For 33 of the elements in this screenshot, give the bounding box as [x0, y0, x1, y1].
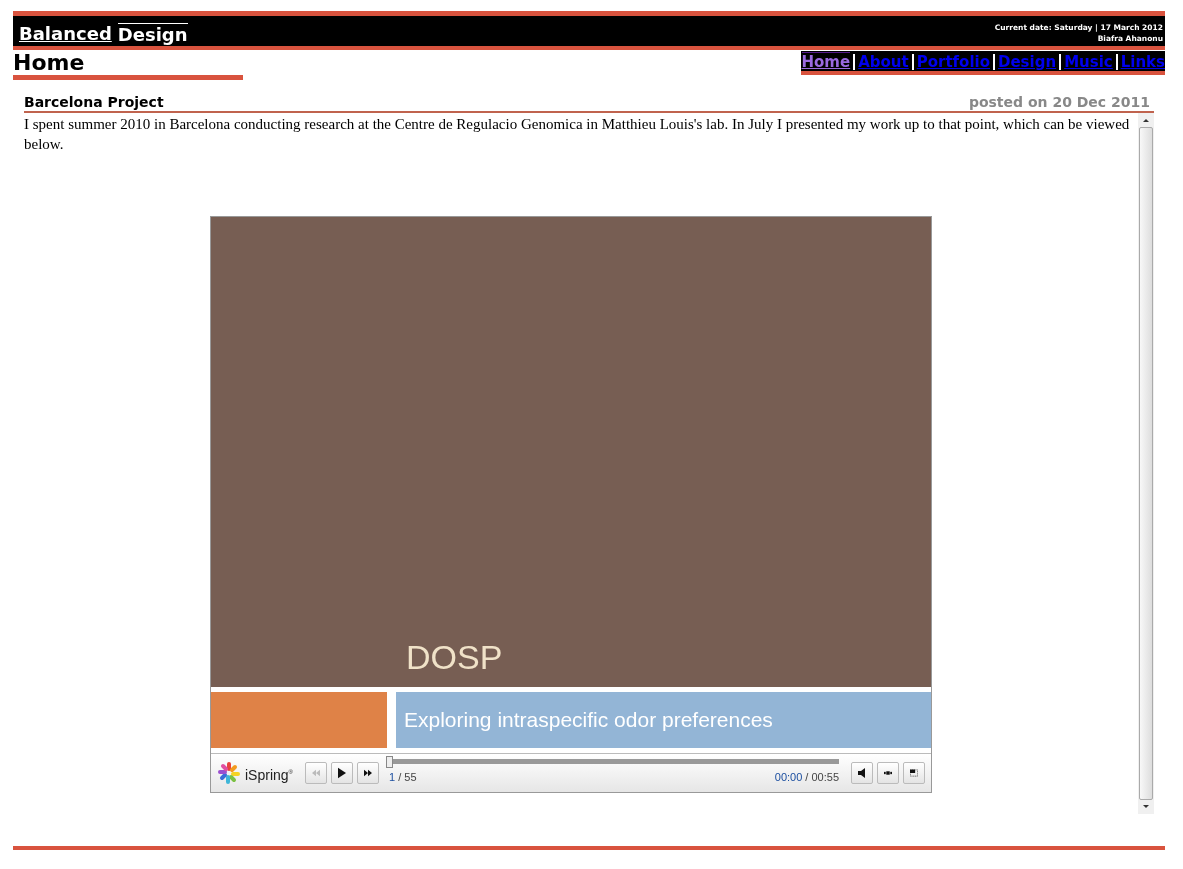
logo-text: Balanced [19, 23, 112, 45]
nav-link[interactable]: About [858, 52, 909, 71]
fast-forward-icon [364, 768, 372, 778]
play-icon [338, 767, 346, 779]
fullscreen-icon [910, 767, 918, 779]
post-date: posted on 20 Dec 2011 [968, 94, 1151, 111]
page-title: Home [13, 50, 243, 80]
nav-link[interactable]: Portfolio [916, 52, 990, 71]
time-display: 00:00 / 00:55 [774, 770, 839, 785]
play-button[interactable] [331, 762, 353, 784]
slide-counter: 1 / 55 [389, 770, 417, 785]
post-title: Barcelona Project [24, 94, 164, 111]
fullscreen-button[interactable] [903, 762, 925, 784]
layout-icon [884, 770, 892, 776]
nav-link[interactable]: Music [1064, 52, 1113, 71]
forward-button[interactable] [357, 762, 379, 784]
nav-link[interactable]: Links [1120, 52, 1165, 71]
logo-icon [217, 761, 241, 785]
outline-button[interactable] [877, 762, 899, 784]
post-text: I spent summer 2010 in Barcelona conducting research at the Centre de Regulacio Genomica in Matthieu Louis's lab. In July I presented my work up to that point, which can be viewed below. [24, 115, 1131, 154]
scrollbar[interactable] [1138, 113, 1154, 814]
slide-title: DOSP [406, 647, 503, 667]
brand-name: iSpring$^{®}$ [245, 765, 293, 785]
scroll-down-icon[interactable] [1142, 803, 1150, 811]
rewind-icon [312, 768, 320, 778]
logo-text: Design [117, 23, 188, 45]
speaker-icon [858, 768, 866, 778]
slide-subtitle: Exploring intraspecific odor preferences [396, 692, 931, 748]
nav-link[interactable]: Design [998, 52, 1057, 71]
progress-handle[interactable] [386, 756, 393, 768]
nav-link[interactable]: Home [801, 52, 851, 71]
scroll-up-icon[interactable] [1142, 116, 1150, 124]
volume-button[interactable] [851, 762, 873, 784]
